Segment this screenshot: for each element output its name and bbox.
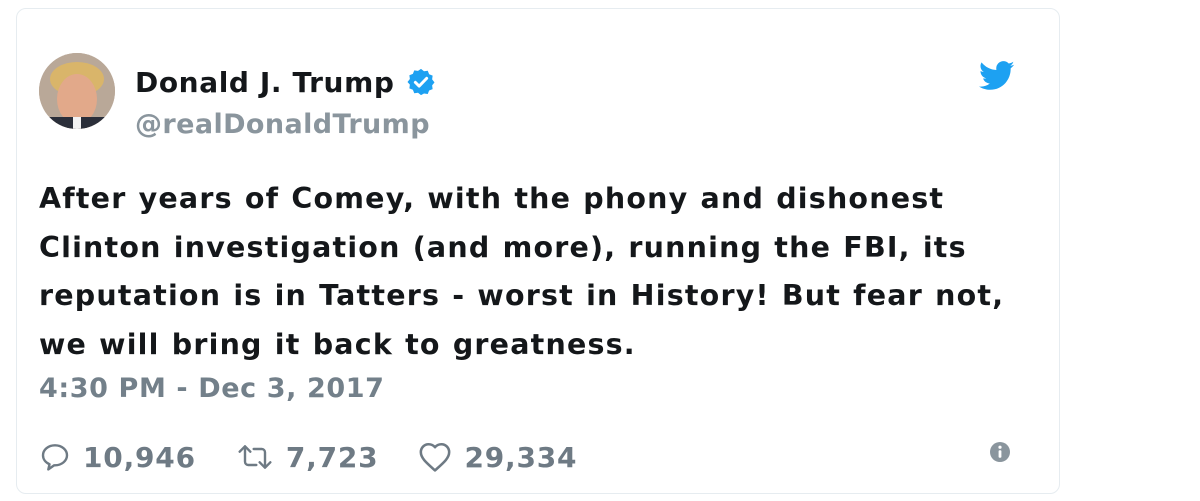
tweet-card: Donald J. Trump @realDonaldTrump After y… [16,8,1060,494]
tweet-actions: 10,946 7,723 29,334 [39,437,617,477]
reply-icon [39,441,71,473]
author-name-row: Donald J. Trump [135,63,436,101]
heart-icon [418,441,452,473]
retweet-button[interactable]: 7,723 [236,441,379,474]
avatar[interactable] [39,53,115,129]
verified-badge-icon [406,67,436,97]
author-display-name[interactable]: Donald J. Trump [135,66,394,99]
info-icon[interactable] [989,441,1011,463]
reply-button[interactable]: 10,946 [39,441,196,474]
author-handle[interactable]: @realDonaldTrump [135,109,430,140]
like-button[interactable]: 29,334 [418,441,577,474]
reply-count: 10,946 [83,440,196,474]
twitter-bird-icon[interactable] [979,61,1015,91]
retweet-icon [236,441,274,473]
tweet-text: After years of Comey, with the phony and… [39,182,1005,361]
tweet-timestamp[interactable]: 4:30 PM - Dec 3, 2017 [39,373,385,404]
like-count: 29,334 [464,440,578,474]
avatar-image [39,53,115,129]
retweet-count: 7,723 [285,440,379,474]
